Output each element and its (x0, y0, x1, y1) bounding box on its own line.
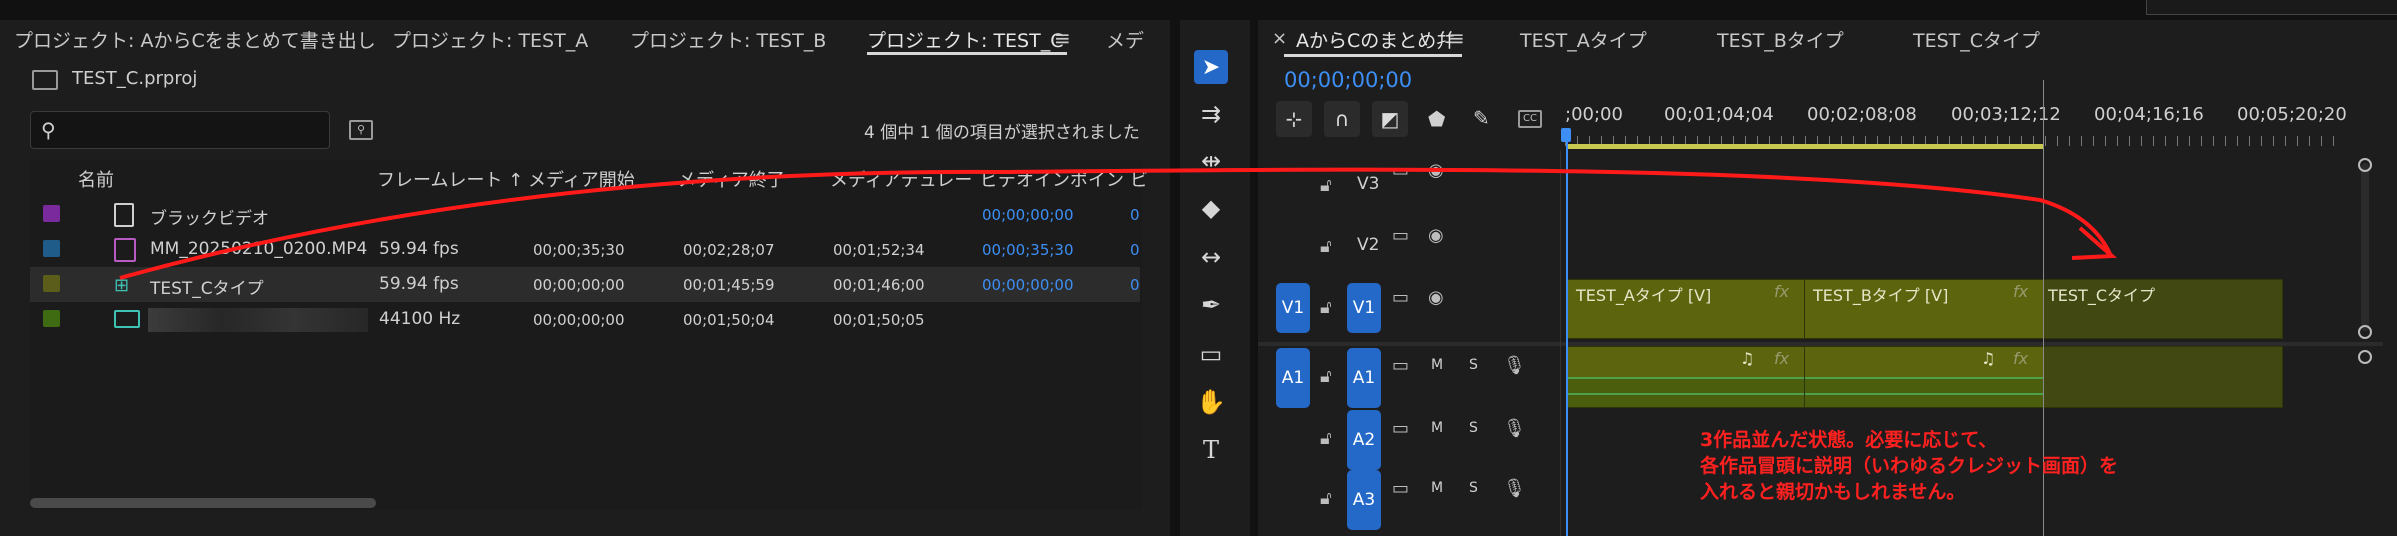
annotation-arrow (119, 167, 2118, 280)
annotation-arrow-path (119, 167, 2112, 280)
